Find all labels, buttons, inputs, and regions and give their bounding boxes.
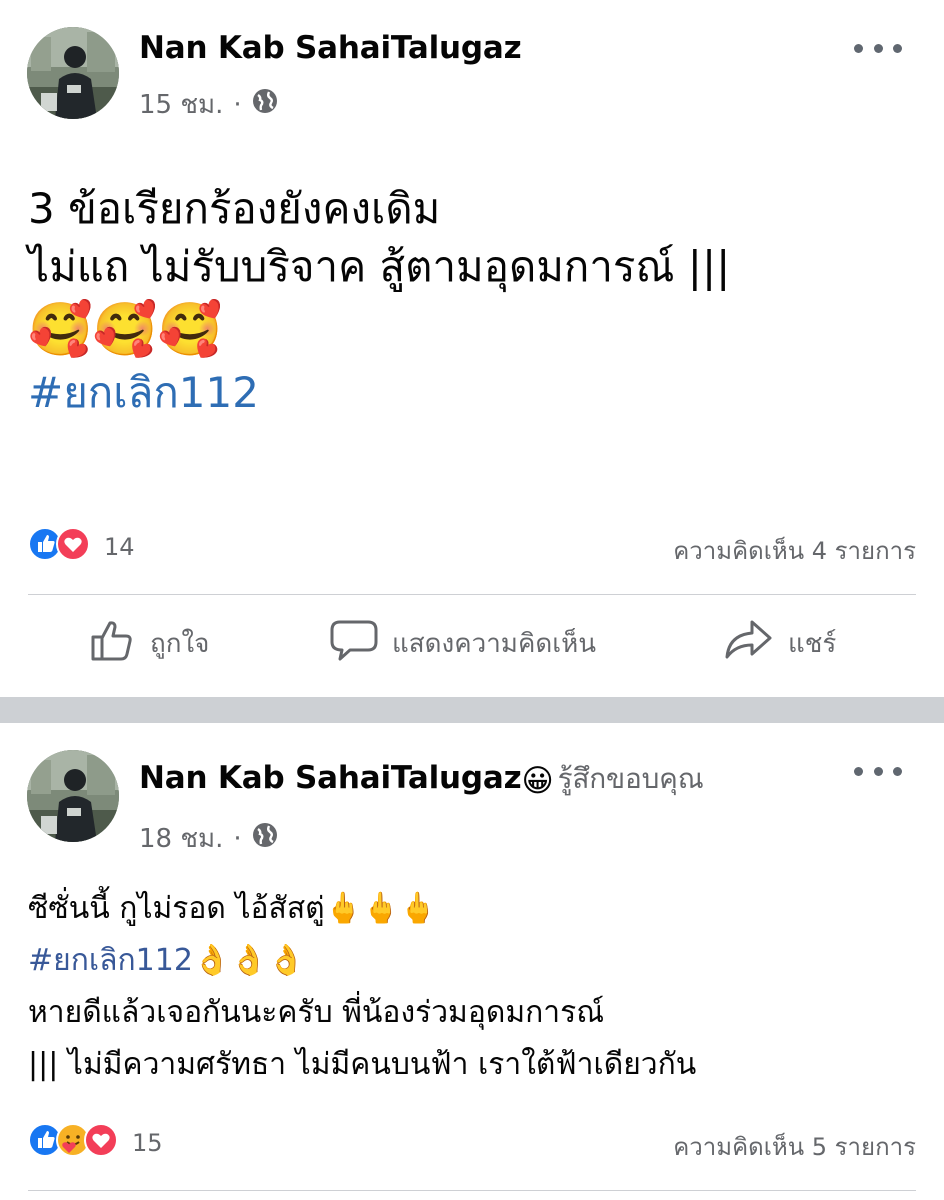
avatar[interactable] (27, 27, 119, 119)
share-arrow-icon (724, 618, 774, 669)
post-text: ซีซั่นนี้ กูไม่รอด ไอ้สัสตู่ (28, 891, 325, 926)
post-body: 3 ข้อเรียกร้องยังคงเดิม ไม่แถ ไม่รับบริจ… (28, 180, 924, 422)
hashtag-link[interactable]: #ยกเลิก112 (28, 364, 924, 422)
globe-icon (252, 822, 278, 855)
meta-dot: · (233, 89, 242, 120)
like-button-label: ถูกใจ (150, 629, 210, 659)
post-body: ซีซั่นนี้ กูไม่รอด ไอ้สัสตู่🖕🖕🖕 #ยกเลิก1… (28, 883, 924, 1091)
meta-dot: · (233, 823, 242, 854)
middle-finger-emojis: 🖕🖕🖕 (324, 891, 437, 926)
post-text-line: 3 ข้อเรียกร้องยังคงเดิม (28, 184, 441, 233)
grinning-face-emoji: 😀 (521, 763, 554, 799)
emoji-line: 🥰🥰🥰 (28, 300, 223, 360)
post-text-line: #ยกเลิก112👌👌👌 (28, 935, 924, 987)
author-name[interactable]: Nan Kab SahaiTalugaz (139, 30, 522, 66)
avatar[interactable] (27, 750, 119, 842)
more-options-icon[interactable] (854, 763, 902, 779)
share-button-label: แชร์ (788, 629, 837, 659)
comment-button[interactable]: แสดงความคิดเห็น (330, 618, 596, 669)
feeling-text[interactable]: รู้สึกขอบคุณ (558, 762, 704, 795)
post-actions: ถูกใจ แสดงความคิดเห็น แชร์ (0, 618, 944, 678)
author-name-text: Nan Kab SahaiTalugaz (139, 760, 522, 796)
reaction-summary[interactable]: 15 (28, 1123, 163, 1163)
love-reaction-icon (84, 1123, 118, 1163)
comment-bubble-icon (330, 618, 378, 669)
divider (28, 594, 916, 595)
post-meta: 15 ชม. · (139, 84, 278, 125)
reaction-count: 15 (132, 1129, 163, 1157)
post-time[interactable]: 15 ชม. (139, 84, 223, 125)
post-card: Nan Kab SahaiTalugaz 15 ชม. · 3 ข้อเรียก… (0, 0, 944, 697)
post-time[interactable]: 18 ชม. (139, 818, 223, 859)
post-card: Nan Kab SahaiTalugaz😀 รู้สึกขอบคุณ 18 ชม.… (0, 723, 944, 1200)
thumbs-up-icon (90, 618, 136, 669)
divider (28, 1190, 916, 1191)
post-text-line: หายดีแล้วเจอกันนะครับ พี่น้องร่วมอุดมการ… (28, 995, 605, 1030)
hashtag-link[interactable]: #ยกเลิก112 (28, 943, 193, 978)
comments-count-link[interactable]: ความคิดเห็น 4 รายการ (673, 531, 916, 570)
post-text-line: ซีซั่นนี้ กูไม่รอด ไอ้สัสตู่🖕🖕🖕 (28, 883, 924, 935)
like-button[interactable]: ถูกใจ (90, 618, 209, 669)
author-name-text: Nan Kab SahaiTalugaz (139, 30, 522, 66)
post-meta: 18 ชม. · (139, 818, 278, 859)
author-name[interactable]: Nan Kab SahaiTalugaz😀 รู้สึกขอบคุณ (139, 757, 704, 801)
reaction-summary[interactable]: 14 (28, 527, 135, 567)
more-options-icon[interactable] (854, 40, 902, 56)
reaction-count: 14 (104, 533, 135, 561)
globe-icon (252, 88, 278, 121)
post-text-line: ไม่แถ ไม่รับบริจาค สู้ตามอุดมการณ์ ||| (28, 242, 731, 291)
love-reaction-icon (56, 527, 90, 567)
ok-hand-emojis: 👌👌👌 (192, 943, 306, 978)
comments-count-link[interactable]: ความคิดเห็น 5 รายการ (673, 1127, 916, 1166)
feed-separator (0, 697, 944, 723)
post-text-line: ||| ไม่มีความศรัทธา ไม่มีคนบนฟ้า เราใต้ฟ… (28, 1047, 697, 1082)
share-button[interactable]: แชร์ (724, 618, 836, 669)
comment-button-label: แสดงความคิดเห็น (392, 629, 597, 659)
